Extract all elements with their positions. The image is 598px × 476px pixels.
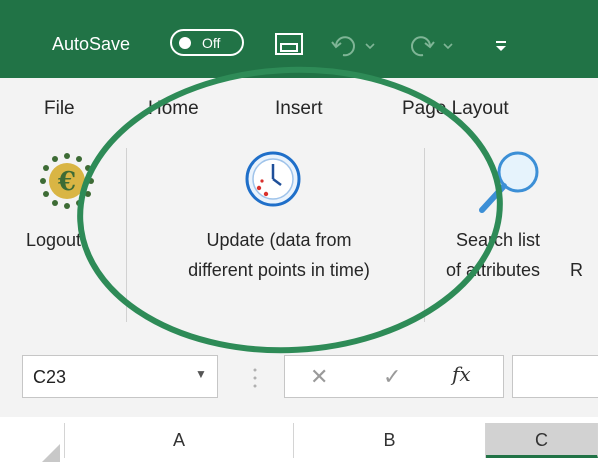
clock-icon[interactable] [244, 150, 302, 208]
autosave-state: Off [202, 35, 221, 51]
update-label-line1: Update (data from [206, 230, 352, 250]
tab-insert[interactable]: Insert [275, 98, 323, 120]
column-header-c[interactable]: C [486, 423, 598, 458]
search-icon[interactable] [474, 146, 546, 218]
tab-page-layout[interactable]: Page Layout [402, 98, 509, 120]
save-icon[interactable] [272, 30, 306, 60]
tab-file[interactable]: File [44, 98, 75, 120]
undo-icon[interactable] [328, 30, 384, 60]
title-bar: AutoSave Off [0, 0, 598, 78]
insert-function-icon[interactable]: fx [452, 362, 471, 386]
name-box-value: C23 [33, 367, 67, 387]
toggle-knob [179, 37, 191, 49]
chevron-down-icon[interactable]: ▼ [195, 367, 207, 381]
grip-icon [253, 368, 257, 388]
cancel-icon[interactable]: ✕ [310, 364, 328, 390]
logout-icon[interactable]: € [34, 148, 100, 214]
name-box[interactable]: C23 ▼ [22, 355, 218, 398]
ribbon-separator [424, 148, 425, 322]
autosave-toggle[interactable]: Off [170, 29, 244, 56]
update-label-line2: different points in time) [188, 260, 370, 280]
search-label-line2: of attributes [446, 260, 541, 280]
autosave-label: AutoSave [52, 34, 131, 54]
select-all-icon[interactable] [38, 440, 62, 464]
column-header-b[interactable]: B [294, 423, 486, 458]
search-label-line1: Search list [456, 230, 541, 250]
truncated-ribbon-label: R [570, 260, 583, 280]
formula-input[interactable] [512, 355, 598, 398]
logout-label: Logout [26, 230, 82, 250]
customize-qat-icon[interactable] [492, 30, 512, 60]
ribbon-separator [126, 148, 127, 322]
redo-icon[interactable] [404, 30, 460, 60]
column-header-a[interactable]: A [64, 423, 294, 458]
svg-text:€: € [57, 167, 76, 197]
enter-icon[interactable]: ✓ [383, 364, 401, 390]
tab-home[interactable]: Home [148, 98, 199, 120]
